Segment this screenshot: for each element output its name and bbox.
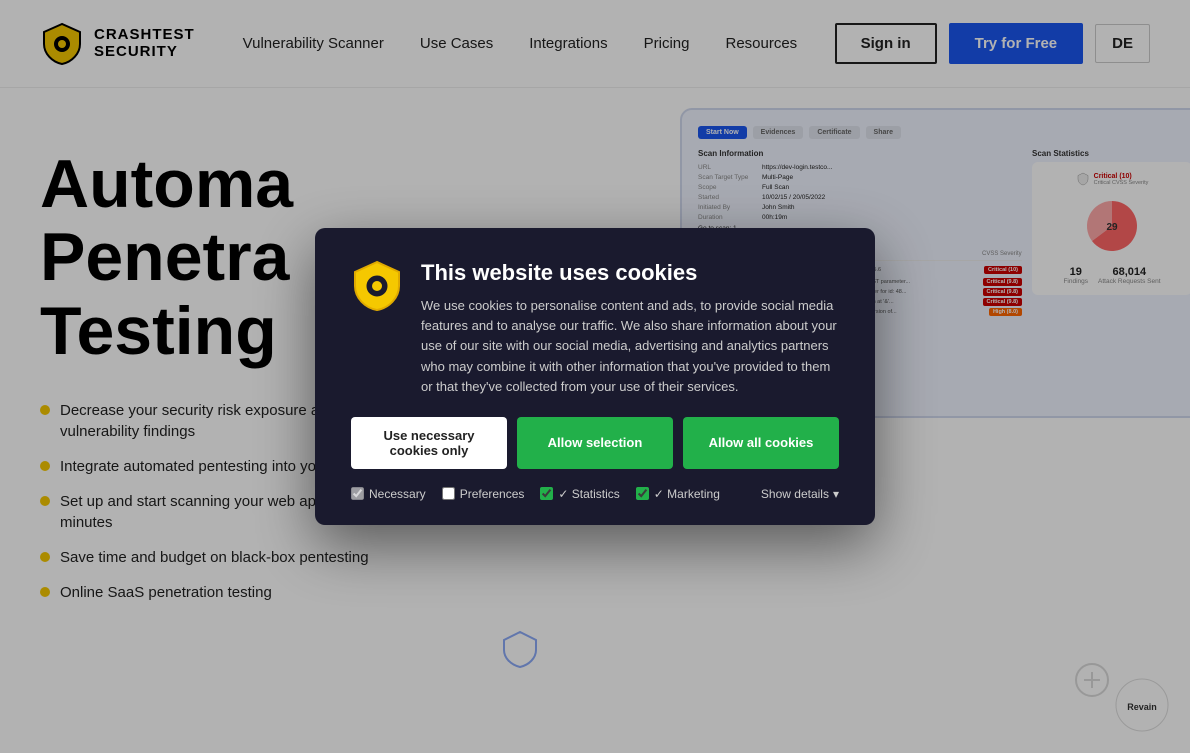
cookie-option-preferences[interactable]: Preferences [442, 487, 525, 501]
cookie-shield-icon [351, 260, 403, 312]
cookie-buttons: Use necessary cookies only Allow selecti… [351, 417, 839, 469]
necessary-checkbox[interactable] [351, 487, 364, 500]
cookie-modal: This website uses cookies We use cookies… [315, 228, 875, 525]
cookie-description: We use cookies to personalise content an… [421, 296, 839, 397]
necessary-cookies-button[interactable]: Use necessary cookies only [351, 417, 507, 469]
statistics-label: ✓ Statistics [558, 487, 619, 501]
cookie-option-necessary[interactable]: Necessary [351, 487, 426, 501]
chevron-down-icon: ▾ [833, 487, 839, 501]
preferences-checkbox[interactable] [442, 487, 455, 500]
cookie-options: Necessary Preferences ✓ Statistics ✓ Mar… [351, 487, 839, 501]
cookie-overlay: This website uses cookies We use cookies… [0, 0, 1190, 753]
marketing-label: ✓ Marketing [654, 487, 720, 501]
necessary-label: Necessary [369, 487, 426, 501]
show-details-button[interactable]: Show details ▾ [761, 487, 839, 501]
cookie-title: This website uses cookies [421, 260, 839, 286]
cookie-option-marketing[interactable]: ✓ Marketing [636, 487, 720, 501]
marketing-checkbox[interactable] [636, 487, 649, 500]
statistics-checkbox[interactable] [540, 487, 553, 500]
preferences-label: Preferences [460, 487, 525, 501]
allow-selection-button[interactable]: Allow selection [517, 417, 673, 469]
allow-all-cookies-button[interactable]: Allow all cookies [683, 417, 839, 469]
cookie-header: This website uses cookies We use cookies… [351, 260, 839, 397]
cookie-option-statistics[interactable]: ✓ Statistics [540, 487, 619, 501]
